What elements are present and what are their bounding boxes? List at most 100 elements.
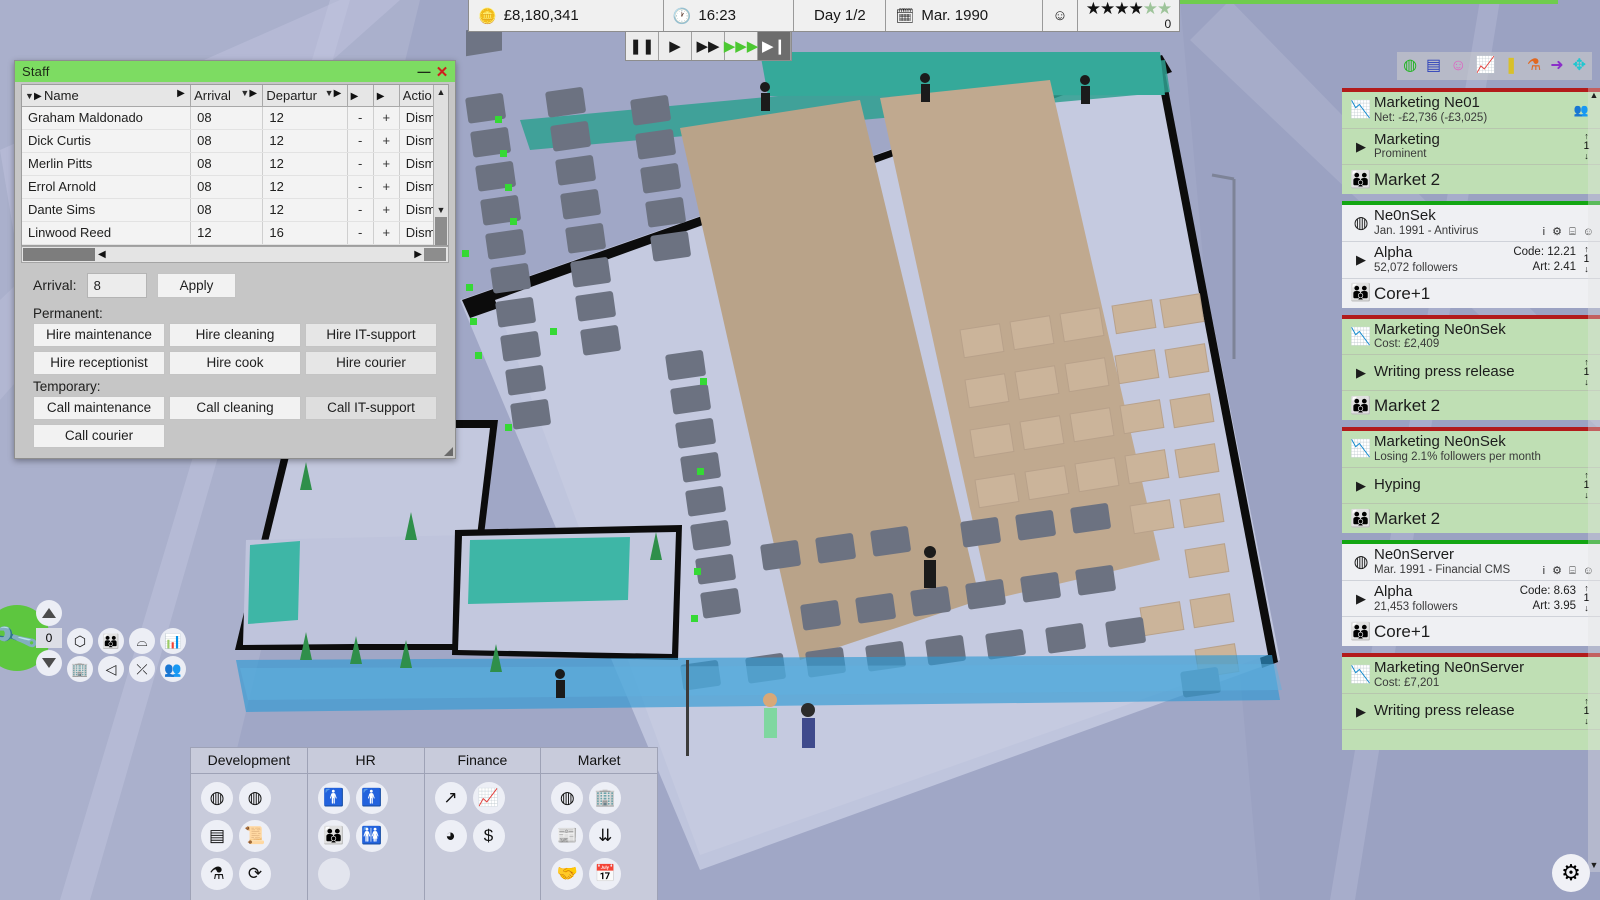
settings-gear-icon[interactable]: ⚙: [1552, 565, 1564, 577]
market-discs-icon[interactable]: ◍: [551, 782, 584, 814]
increment-button[interactable]: +: [373, 106, 400, 130]
call-cleaning-button[interactable]: Call cleaning: [169, 395, 301, 420]
increment-button[interactable]: +: [373, 221, 400, 245]
column-header-name[interactable]: ▼▶ Name ▶: [22, 85, 192, 107]
column-header-arrival[interactable]: Arrival ▶ ▼: [190, 85, 264, 107]
staff-table-vertical-scrollbar[interactable]: ▲ ▼: [433, 85, 448, 245]
card-market-row[interactable]: 👪 Market 2: [1342, 391, 1600, 420]
decrement-button[interactable]: -: [347, 106, 374, 130]
sort-departure-icon[interactable]: ▼: [325, 88, 334, 98]
play-button[interactable]: ▶: [659, 32, 692, 60]
table-row[interactable]: Merlin Pitts 08 12 - + Dism: [22, 152, 449, 176]
arrow-right-icon[interactable]: ➜: [1550, 58, 1563, 74]
minimize-icon[interactable]: —: [415, 64, 433, 79]
column-header-departure[interactable]: Departur ▶ ▼: [262, 85, 348, 107]
resize-minus-icon[interactable]: ▶: [351, 91, 361, 102]
table-row[interactable]: Linwood Reed 12 16 - + Dism: [22, 221, 449, 245]
hscroll-end-box[interactable]: [424, 247, 446, 261]
target-icon[interactable]: ✥: [1573, 58, 1586, 74]
apply-button[interactable]: Apply: [156, 272, 237, 298]
currency-icon[interactable]: $: [472, 820, 505, 852]
card-market-row[interactable]: 👪 Market 2: [1342, 165, 1600, 194]
increment-button[interactable]: +: [373, 198, 400, 222]
server-icon[interactable]: ▤: [201, 820, 233, 852]
settings-gear-icon[interactable]: ⚙: [1552, 226, 1564, 238]
product-card[interactable]: ◍ Ne0nServer Mar. 1991 - Financial CMS i…: [1342, 540, 1600, 647]
card-task-row[interactable]: ▶ Alpha 52,072 followers Code: 12.21 Art…: [1342, 242, 1600, 279]
hscroll-right-icon[interactable]: ▶: [414, 249, 422, 260]
hire-maintenance-button[interactable]: Hire maintenance: [33, 322, 165, 347]
fast-forward-button[interactable]: ▶▶: [692, 32, 725, 60]
staff-table-container[interactable]: ▼▶ Name ▶ Arrival ▶ ▼ Departur ▶ ▼ ▶ ▶ A…: [21, 84, 449, 246]
card-task-row[interactable]: ▶ Hyping ↑ 1 ↓: [1342, 468, 1600, 505]
card-market-row[interactable]: 👪 Core+1: [1342, 279, 1600, 308]
project-sidebar[interactable]: 📉 Marketing Ne01 Net: -£2,736 (-£3,025) …: [1342, 88, 1600, 872]
graph-icon[interactable]: 📈: [1476, 58, 1496, 74]
staff-group-icon[interactable]: 👪: [98, 628, 124, 654]
happiness-smiley-icon[interactable]: ☺: [1450, 58, 1466, 74]
building-icon[interactable]: 🏢: [67, 656, 93, 682]
decrement-button[interactable]: -: [347, 198, 374, 222]
resize-plus-icon[interactable]: ▶: [377, 91, 387, 102]
sidebar-scrollbar[interactable]: ▲ ▼: [1588, 88, 1600, 872]
new-product-icon[interactable]: ◍: [201, 782, 233, 814]
play-icon[interactable]: ▶: [1348, 252, 1374, 268]
increment-button[interactable]: +: [373, 129, 400, 153]
sidebar-scroll-up-icon[interactable]: ▲: [1588, 88, 1600, 102]
play-icon[interactable]: ▶: [1348, 365, 1374, 381]
arrival-input[interactable]: [86, 272, 147, 298]
card-task-row[interactable]: ▶ Marketing Prominent ↑ 1 ↓: [1342, 129, 1600, 166]
card-task-row[interactable]: ▶ Writing press release ↑ 1 ↓: [1342, 355, 1600, 392]
resize-name-icon[interactable]: ▶: [177, 88, 187, 99]
floor-selector[interactable]: 0: [36, 600, 62, 682]
mood-display[interactable]: ☺: [1043, 0, 1078, 31]
skip-button[interactable]: ▶❙: [758, 32, 791, 60]
column-header-plus[interactable]: ▶: [373, 85, 400, 107]
pause-button[interactable]: ❚❚: [626, 32, 659, 60]
statistics-icon[interactable]: 📊: [160, 628, 186, 654]
product-icon[interactable]: ◍: [239, 782, 271, 814]
staff-list-icon[interactable]: 🚻: [355, 820, 388, 852]
table-row[interactable]: Dick Curtis 08 12 - + Dism: [22, 129, 449, 153]
research-icon[interactable]: ⚗: [201, 858, 233, 890]
floor-controls[interactable]: 0 ⬡ 🏢 👪 ◁ ⌓ ⤫ 📊 👥: [36, 600, 196, 682]
info-bar-icon[interactable]: ❚: [1504, 58, 1517, 74]
hire-employee-icon[interactable]: 🚹: [317, 782, 350, 814]
play-icon[interactable]: ▶: [1348, 139, 1374, 155]
decrement-button[interactable]: -: [347, 152, 374, 176]
news-icon[interactable]: 📰: [551, 820, 584, 852]
decrement-button[interactable]: -: [347, 129, 374, 153]
increment-button[interactable]: +: [373, 152, 400, 176]
decrement-button[interactable]: -: [347, 221, 374, 245]
call-maintenance-button[interactable]: Call maintenance: [33, 395, 165, 420]
calendar-market-icon[interactable]: 📅: [589, 858, 622, 890]
play-icon[interactable]: ▶: [1348, 704, 1374, 720]
card-task-row[interactable]: ▶ Alpha 21,453 followers Code: 8.63 Art:…: [1342, 581, 1600, 618]
sort-arrival-icon[interactable]: ▼: [240, 88, 249, 98]
product-disc-icon[interactable]: ◍: [1403, 58, 1417, 74]
increment-button[interactable]: +: [373, 175, 400, 199]
play-icon[interactable]: ▶: [1348, 591, 1374, 607]
visitors-icon[interactable]: 👥: [160, 656, 186, 682]
finance-graph-icon[interactable]: 📈: [472, 782, 505, 814]
hire-it-support-button[interactable]: Hire IT-support: [305, 322, 437, 347]
product-card[interactable]: ◍ Ne0nSek Jan. 1991 - Antivirus i ⚙ ⌸ ☺ …: [1342, 201, 1600, 308]
hire-receptionist-button[interactable]: Hire receptionist: [33, 350, 165, 375]
staff-window-titlebar[interactable]: Staff — ✕: [15, 61, 455, 82]
card-task-row[interactable]: ▶ Writing press release ↑ 1 ↓: [1342, 694, 1600, 731]
card-market-row[interactable]: 👪 Market 2: [1342, 504, 1600, 533]
marketing-card[interactable]: 📉 Marketing Ne0nSek Cost: £2,409 ▶ Writi…: [1342, 314, 1600, 421]
call-it-support-button[interactable]: Call IT-support: [305, 395, 437, 420]
pie-chart-icon[interactable]: ◕: [434, 820, 467, 852]
hire-cook-button[interactable]: Hire cook: [169, 350, 301, 375]
card-header-row[interactable]: 📉 Marketing Ne01 Net: -£2,736 (-£3,025) …: [1342, 92, 1600, 129]
table-row[interactable]: Graham Maldonado 08 12 - + Dism: [22, 106, 449, 130]
marketing-card[interactable]: 📉 Marketing Ne01 Net: -£2,736 (-£3,025) …: [1342, 88, 1600, 195]
hscroll-left-icon[interactable]: ◀: [98, 249, 106, 260]
deal-icon[interactable]: 🤝: [551, 858, 584, 890]
scroll-down-icon[interactable]: ▼: [434, 203, 448, 217]
hire-courier-button[interactable]: Hire courier: [305, 350, 437, 375]
card-market-row[interactable]: 👪 Core+1: [1342, 617, 1600, 646]
card-header-row[interactable]: 📉 Marketing Ne0nServer Cost: £7,201: [1342, 657, 1600, 695]
hscroll-thumb[interactable]: [23, 247, 95, 261]
